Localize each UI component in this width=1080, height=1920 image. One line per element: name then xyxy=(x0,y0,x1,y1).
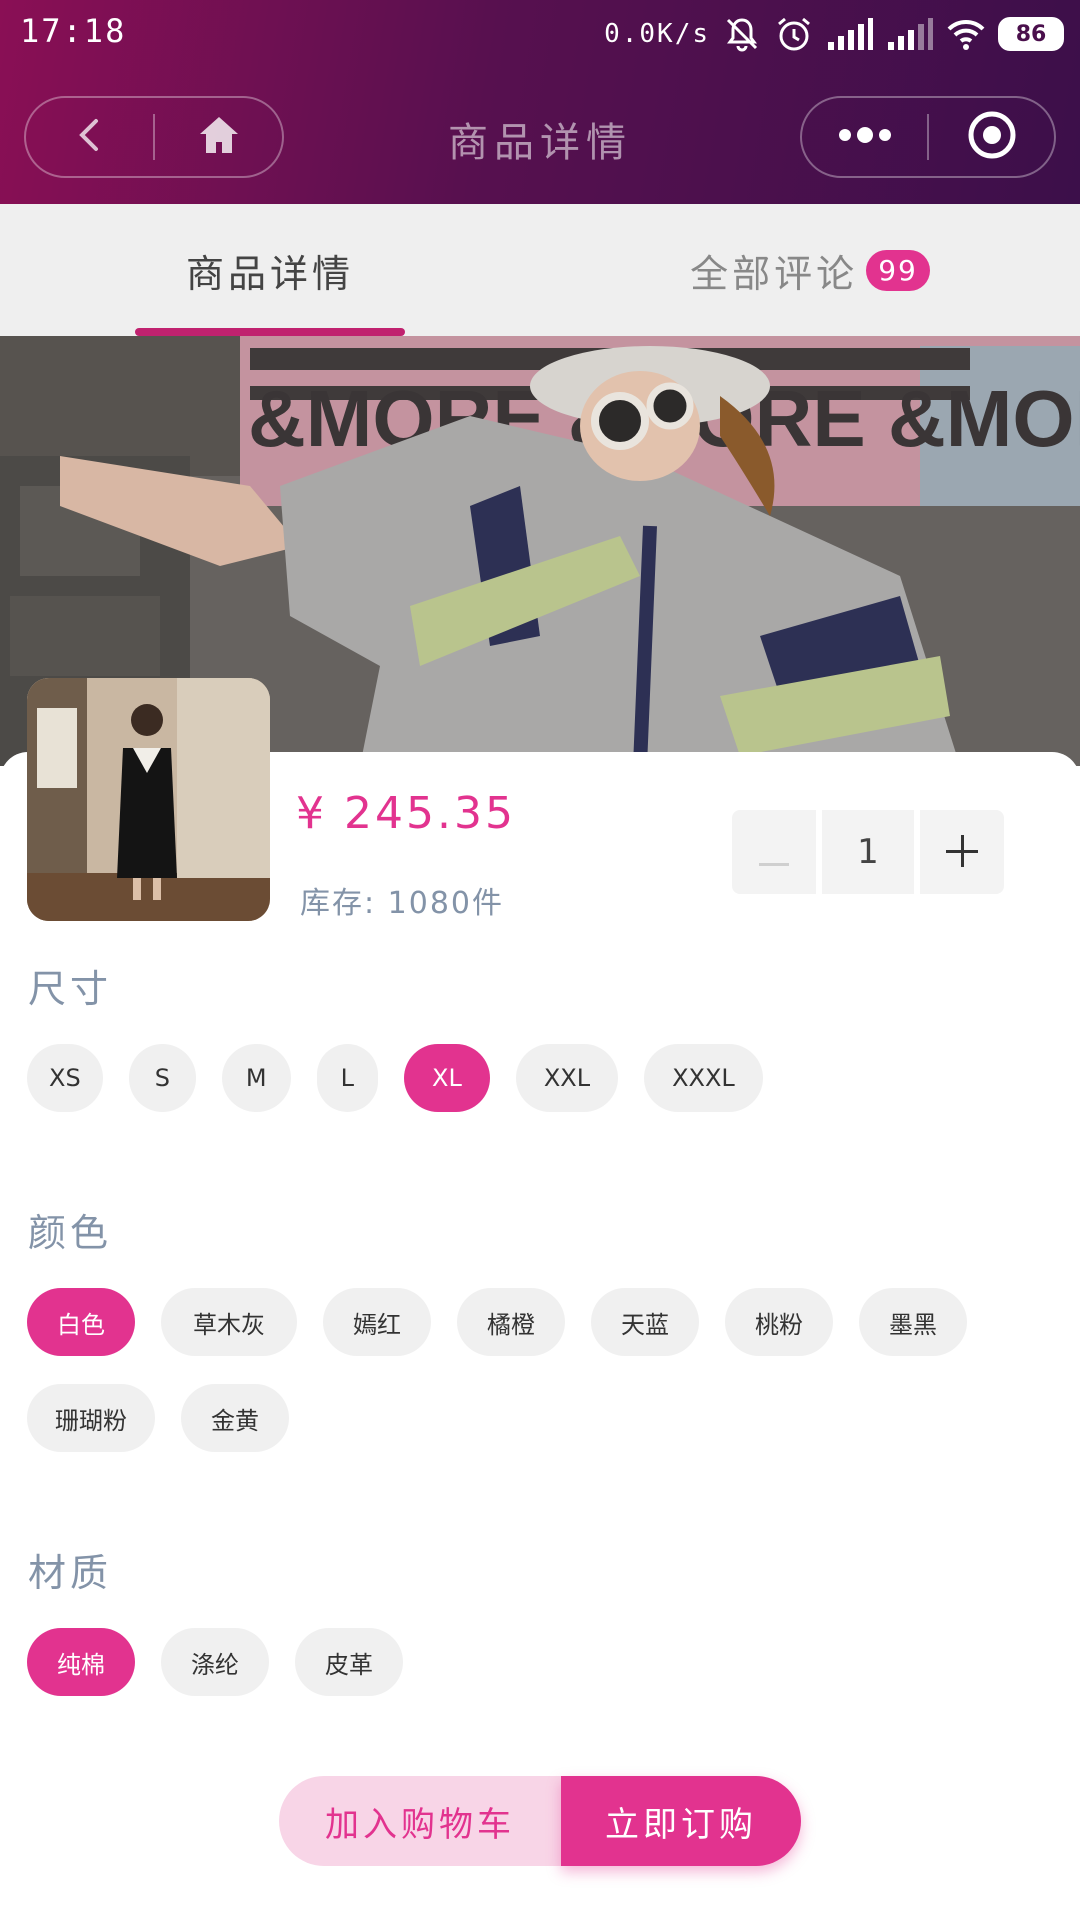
plus-icon xyxy=(946,827,978,878)
product-stock: 库存: 1080件 xyxy=(300,886,504,921)
tab-label: 全部评论 xyxy=(690,251,859,296)
status-bar: 17:18 0.0K/s 86 xyxy=(0,0,1080,70)
color-section-title: 颜色 xyxy=(28,1211,113,1255)
color-option-crimson[interactable]: 嫣红 xyxy=(323,1288,431,1356)
product-price: ¥ 245.35 xyxy=(296,788,516,839)
color-option-coral[interactable]: 珊瑚粉 xyxy=(27,1384,155,1452)
purchase-actions: 加入购物车 立即订购 xyxy=(279,1776,801,1866)
tab-product-detail[interactable]: 商品详情 xyxy=(0,204,540,336)
tab-bar: 商品详情 全部评论 99 xyxy=(0,204,1080,336)
size-option-m[interactable]: M xyxy=(221,1044,291,1112)
wifi-icon xyxy=(946,14,986,54)
color-option-white[interactable]: 白色 xyxy=(27,1288,135,1356)
material-option-leather[interactable]: 皮革 xyxy=(295,1628,403,1696)
material-option-polyester[interactable]: 涤纶 xyxy=(161,1628,269,1696)
tab-all-reviews[interactable]: 全部评论 99 xyxy=(540,204,1080,336)
target-icon xyxy=(967,110,1017,164)
size-option-l[interactable]: L xyxy=(316,1044,379,1112)
signal-icon xyxy=(826,14,874,54)
size-option-s[interactable]: S xyxy=(128,1044,196,1112)
material-options: 纯棉 涤纶 皮革 xyxy=(27,1628,403,1696)
size-option-xs[interactable]: XS xyxy=(27,1044,103,1112)
review-count-badge: 99 xyxy=(866,249,930,291)
increase-quantity-button[interactable] xyxy=(920,810,1004,894)
size-options: XS S M L XL XXL XXXL xyxy=(27,1044,763,1112)
quantity-input[interactable]: 1 xyxy=(822,810,914,894)
product-thumbnail xyxy=(27,678,270,921)
status-time: 17:18 xyxy=(20,12,127,50)
signal-icon-2 xyxy=(886,14,934,54)
status-indicators: 0.0K/s 86 xyxy=(604,14,1064,54)
buy-now-button[interactable]: 立即订购 xyxy=(561,1776,801,1866)
material-option-cotton[interactable]: 纯棉 xyxy=(27,1628,135,1696)
color-option-ash[interactable]: 草木灰 xyxy=(161,1288,297,1356)
alarm-icon xyxy=(774,14,814,54)
nav-bar: 商品详情 xyxy=(0,92,1080,182)
add-to-cart-button[interactable]: 加入购物车 xyxy=(279,1776,561,1866)
size-option-xxxl[interactable]: XXXL xyxy=(644,1044,763,1112)
battery-indicator: 86 xyxy=(998,17,1064,51)
color-option-orange[interactable]: 橘橙 xyxy=(457,1288,565,1356)
color-option-peach[interactable]: 桃粉 xyxy=(725,1288,833,1356)
quantity-stepper: 1 xyxy=(732,810,1004,894)
more-icon xyxy=(837,125,893,149)
size-option-xxl[interactable]: XXL xyxy=(515,1044,619,1112)
tab-label: 商品详情 xyxy=(185,251,354,296)
size-section-title: 尺寸 xyxy=(28,967,113,1011)
close-miniprogram-button[interactable] xyxy=(929,98,1054,176)
color-option-gold[interactable]: 金黄 xyxy=(181,1384,289,1452)
color-option-ink-black[interactable]: 墨黑 xyxy=(859,1288,967,1356)
top-header: 17:18 0.0K/s 86 商品详情 xyxy=(0,0,1080,204)
active-tab-indicator xyxy=(135,328,405,336)
color-option-sky-blue[interactable]: 天蓝 xyxy=(591,1288,699,1356)
net-speed: 0.0K/s xyxy=(604,19,710,49)
more-button[interactable] xyxy=(802,98,927,176)
material-section-title: 材质 xyxy=(28,1551,113,1595)
decrease-quantity-button[interactable] xyxy=(732,810,816,894)
minus-icon xyxy=(759,827,789,878)
color-options: 白色 草木灰 嫣红 橘橙 天蓝 桃粉 墨黑 珊瑚粉 金黄 xyxy=(27,1288,1027,1452)
nav-capsule-right xyxy=(800,96,1056,178)
size-option-xl[interactable]: XL xyxy=(404,1044,490,1112)
mute-icon xyxy=(722,14,762,54)
